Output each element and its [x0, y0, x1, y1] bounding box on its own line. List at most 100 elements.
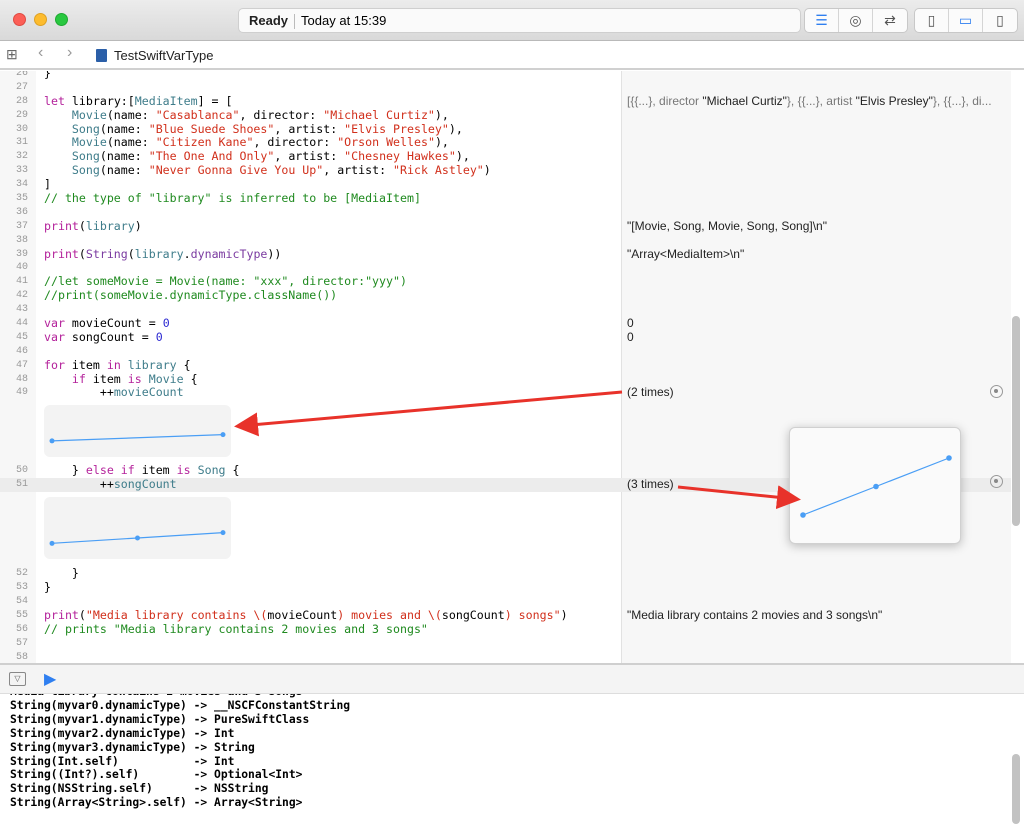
related-items-icon[interactable]: ⊞: [6, 46, 18, 63]
code-line[interactable]: 29 Movie(name: "Casablanca", director: "…: [0, 108, 1011, 123]
code-line[interactable]: 26}: [0, 71, 1011, 81]
code-text[interactable]: Song(name: "Blue Suede Shoes", artist: "…: [44, 122, 463, 137]
code-text[interactable]: // the type of "library" is inferred to …: [44, 191, 421, 206]
code-line[interactable]: 39 print(String(library.dynamicType)) "Arr…: [0, 247, 1011, 262]
code-text[interactable]: //print(someMovie.dynamicType.className(…: [44, 288, 337, 303]
code-line[interactable]: 42 //print(someMovie.dynamicType.classNam…: [0, 288, 1011, 303]
code-line[interactable]: 58: [0, 651, 1011, 664]
code-line[interactable]: 49 ++movieCount (2 times): [0, 386, 1011, 400]
line-number: 52: [15, 568, 28, 580]
close-button[interactable]: [13, 13, 26, 26]
code-line[interactable]: 48 if item is Movie {: [0, 371, 1011, 387]
code-line[interactable]: 44 var movieCount = 0 0: [0, 316, 1011, 331]
code-token: is: [176, 463, 191, 478]
code-line[interactable]: 27: [0, 81, 1011, 95]
code-line[interactable]: 47 for item in library {: [0, 358, 1011, 373]
breadcrumb-file[interactable]: TestSwiftVarType: [114, 48, 213, 63]
code-text[interactable]: Movie(name: "Citizen Kane", director: "O…: [44, 136, 449, 150]
result-value[interactable]: "[Movie, Song, Movie, Song, Song]\n": [627, 219, 827, 234]
console-scrollbar[interactable]: [1012, 754, 1020, 824]
code-text[interactable]: var movieCount = 0: [44, 316, 170, 331]
code-text[interactable]: print(String(library.dynamicType)): [44, 247, 281, 262]
code-line[interactable]: 36: [0, 206, 1011, 220]
popup-chart-point: [946, 455, 952, 461]
inline-result-chart[interactable]: [44, 405, 231, 458]
code-line[interactable]: 28 let library:[MediaItem] = [ [{{...}, di…: [0, 93, 1011, 109]
forward-icon[interactable]: ›: [67, 44, 72, 62]
code-line[interactable]: 40: [0, 261, 1011, 275]
code-line[interactable]: 34]: [0, 177, 1011, 192]
result-value[interactable]: 0: [627, 316, 634, 331]
code-text[interactable]: // prints "Media library contains 2 movi…: [44, 622, 428, 637]
code-line[interactable]: 37 print(library) "[Movie, Song, Movie, So…: [0, 219, 1011, 234]
result-value[interactable]: [{{...}, director "Michael Curtiz"}, {{.…: [627, 94, 992, 109]
inline-result-chart[interactable]: [44, 497, 231, 560]
result-value[interactable]: (2 times): [627, 386, 674, 400]
zoom-button[interactable]: [55, 13, 68, 26]
code-line[interactable]: 52 }: [0, 566, 1011, 581]
console-line: String(myvar3.dynamicType) -> String: [10, 740, 255, 754]
code-token: ] = [: [197, 93, 233, 108]
result-value[interactable]: "Media library contains 2 movies and 3 s…: [627, 608, 882, 623]
inline-chart-point: [49, 438, 55, 444]
code-line[interactable]: 45 var songCount = 00: [0, 330, 1011, 345]
line-number: 32: [15, 151, 28, 163]
result-value[interactable]: "Array<MediaItem>\n": [627, 247, 744, 262]
code-line[interactable]: 55 print("Media library contains \(movieC…: [0, 608, 1011, 623]
code-text[interactable]: for item in library {: [44, 358, 191, 373]
code-line[interactable]: 54: [0, 595, 1011, 609]
popup-chart-point: [800, 512, 806, 518]
code-line[interactable]: 33 Song(name: "Never Gonna Give You Up",…: [0, 163, 1011, 178]
code-text[interactable]: //let someMovie = Movie(name: "xxx", dir…: [44, 274, 407, 289]
debug-area-toggle-icon[interactable]: ▭: [949, 9, 983, 32]
run-icon[interactable]: ▶: [44, 669, 56, 689]
code-text[interactable]: Movie(name: "Casablanca", director: "Mic…: [44, 108, 449, 123]
result-value[interactable]: 0: [627, 330, 634, 345]
code-text[interactable]: ++songCount: [44, 477, 177, 492]
code-text[interactable]: ]: [44, 177, 51, 192]
minimize-button[interactable]: [34, 13, 47, 26]
code-text[interactable]: }: [44, 566, 79, 581]
navigator-toggle-icon[interactable]: ▯: [915, 9, 949, 32]
code-text[interactable]: print(library): [44, 219, 142, 234]
line-number: 44: [15, 318, 28, 330]
code-text[interactable]: if item is Movie {: [44, 371, 198, 387]
editor-scrollbar[interactable]: [1012, 316, 1020, 526]
code-text[interactable]: }: [44, 71, 51, 81]
code-text[interactable]: Song(name: "Never Gonna Give You Up", ar…: [44, 163, 491, 178]
code-line[interactable]: 46: [0, 345, 1011, 359]
code-line[interactable]: 31 Movie(name: "Citizen Kane", director:…: [0, 136, 1011, 150]
code-line[interactable]: 38: [0, 234, 1011, 248]
utilities-toggle-icon[interactable]: ▯: [983, 9, 1017, 32]
code-line[interactable]: 41 //let someMovie = Movie(name: "xxx", d…: [0, 274, 1011, 289]
code-line[interactable]: 35 // the type of "library" is inferred t…: [0, 191, 1011, 206]
quick-look-toggle-icon[interactable]: [990, 385, 1003, 398]
hide-debug-area-icon[interactable]: ▽: [9, 672, 26, 686]
code-text[interactable]: Song(name: "The One And Only", artist: "…: [44, 149, 470, 164]
code-line[interactable]: 56 // prints "Media library contains 2 mo…: [0, 622, 1011, 637]
version-editor-icon[interactable]: ⇄: [873, 9, 907, 32]
code-line[interactable]: 32 Song(name: "The One And Only", artist…: [0, 149, 1011, 164]
line-number: 28: [15, 95, 28, 107]
back-icon[interactable]: ‹: [38, 44, 43, 62]
console-line: String((Int?).self) -> Optional<Int>: [10, 768, 303, 782]
source-editor[interactable]: 26} 27 28 let library:[MediaItem] = [ [{{...…: [0, 71, 1024, 663]
code-token: , director:: [253, 135, 338, 150]
code-text[interactable]: ++movieCount: [44, 386, 184, 400]
playground-file-icon: [96, 49, 107, 62]
standard-editor-icon[interactable]: ☰: [805, 9, 839, 32]
code-line[interactable]: 57: [0, 637, 1011, 651]
code-text[interactable]: let library:[MediaItem] = [: [44, 93, 233, 109]
code-token: {: [183, 371, 198, 386]
code-line[interactable]: 30 Song(name: "Blue Suede Shoes", artist…: [0, 122, 1011, 137]
code-text[interactable]: } else if item is Song {: [44, 463, 240, 478]
assistant-editor-icon[interactable]: ◎: [839, 9, 873, 32]
code-text[interactable]: }: [44, 580, 51, 595]
code-text[interactable]: print("Media library contains \(movieCou…: [44, 608, 568, 623]
quick-look-toggle-icon[interactable]: [990, 475, 1003, 488]
code-line[interactable]: 43: [0, 303, 1011, 317]
code-line[interactable]: 53}: [0, 580, 1011, 595]
result-value[interactable]: (3 times): [627, 477, 674, 492]
console-line: String(Int.self) -> Int: [10, 754, 235, 768]
code-text[interactable]: var songCount = 0: [44, 330, 163, 345]
